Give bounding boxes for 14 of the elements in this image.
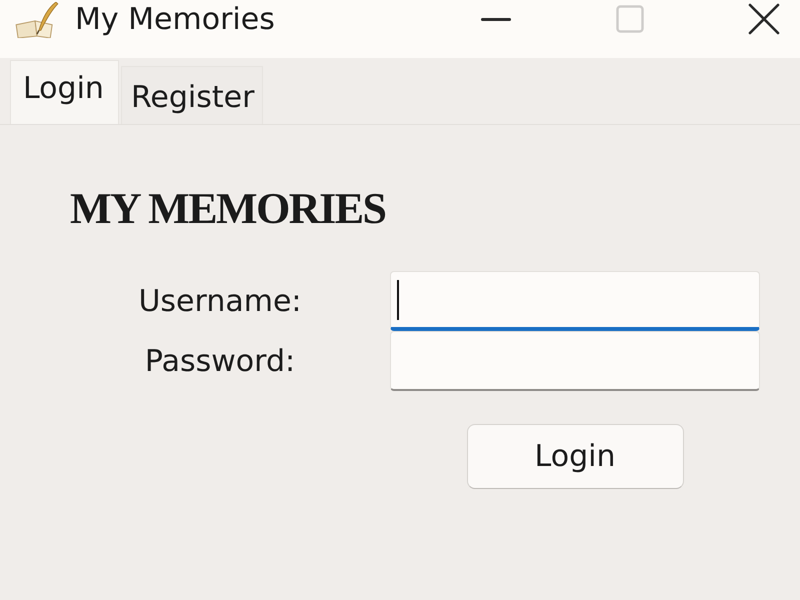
- app-heading: MY MEMORIES: [70, 187, 386, 231]
- login-button[interactable]: Login: [466, 424, 684, 488]
- field-label: Password:: [144, 344, 296, 378]
- input-field[interactable]: [390, 331, 760, 391]
- field-label: Username:: [138, 284, 302, 318]
- tab[interactable]: Register: [120, 66, 264, 124]
- input-field[interactable]: [390, 271, 760, 331]
- text-cursor-icon: [397, 280, 399, 320]
- maximize-icon: [616, 5, 644, 33]
- book-and-quill-icon: [14, 2, 60, 38]
- tab[interactable]: Login: [10, 60, 119, 124]
- window-title: My Memories: [75, 2, 275, 38]
- minimize-icon: [481, 18, 511, 20]
- close-icon: [748, 3, 780, 35]
